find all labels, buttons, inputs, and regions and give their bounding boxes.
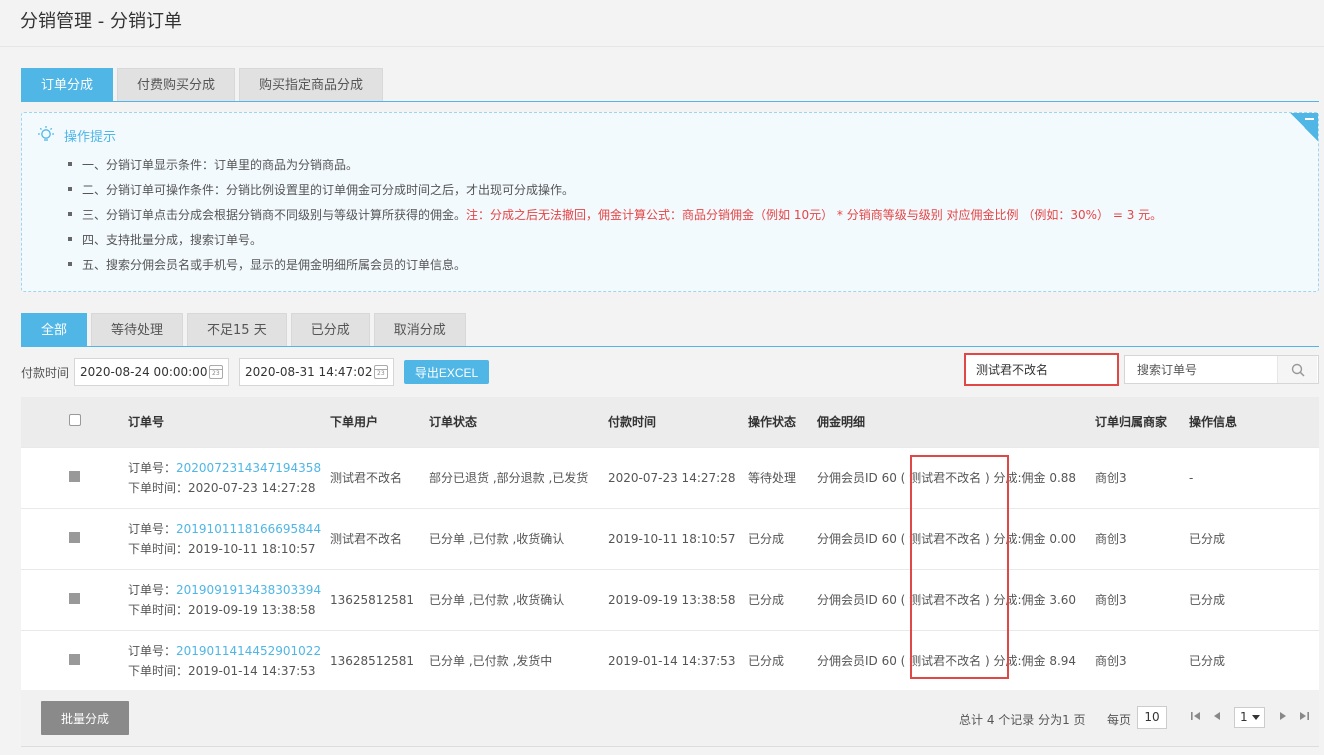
cell-op-status: 已分成 <box>748 654 785 669</box>
cell-pay-time: 2019-01-14 14:37:53 <box>608 653 736 668</box>
table-row: 订单号：2019011414452901022 下单时间：2019-01-14 … <box>21 630 1319 691</box>
tab-all[interactable]: 全部 <box>21 313 88 347</box>
order-number-link[interactable]: 2019011414452901022 <box>176 644 321 658</box>
cell-merchant: 商创3 <box>1095 471 1127 485</box>
page-title: 分销管理 - 分销订单 <box>20 11 182 32</box>
collapse-tips-button[interactable] <box>1290 113 1318 141</box>
tab-divided[interactable]: 已分成 <box>290 313 370 347</box>
lightbulb-icon <box>38 126 54 141</box>
cell-user: 测试君不改名 <box>330 532 403 546</box>
tips-list: 一、分销订单显示条件：订单里的商品为分销商品。 二、分销订单可操作条件：分销比例… <box>68 157 1162 282</box>
cell-op-info: 已分成 <box>1189 532 1226 546</box>
cell-op-status: 等待处理 <box>748 471 797 485</box>
tab-order-commission[interactable]: 订单分成 <box>21 68 114 102</box>
tab-specific-goods-commission[interactable]: 购买指定商品分成 <box>239 68 384 102</box>
last-page-icon[interactable] <box>1297 709 1311 723</box>
next-page-icon[interactable] <box>1276 709 1290 723</box>
filter-bar: 付款时间 2020-08-24 00:00:00 23 2020-08-31 1… <box>21 353 1319 388</box>
cell-pay-time: 2019-09-19 13:38:58 <box>608 592 736 607</box>
col-order-no: 订单号 <box>128 415 165 430</box>
table-footer: 批量分成 总计 4 个记录 分为1 页 每页 10 1 <box>21 690 1319 747</box>
pagination-summary: 总计 4 个记录 分为1 页 <box>959 713 1086 727</box>
end-date-input[interactable]: 2020-08-31 14:47:02 23 <box>239 358 394 386</box>
batch-divide-button[interactable]: 批量分成 <box>41 701 129 735</box>
cell-commission: 分佣会员ID 60 ( 测试君不改名 ) 分成:佣金 8.94 <box>817 654 1077 669</box>
order-search-input[interactable] <box>1125 356 1277 383</box>
cell-pay-time: 2019-10-11 18:10:57 <box>608 531 736 546</box>
tip-item: 五、搜索分佣会员名或手机号，显示的是佣金明细所属会员的订单信息。 <box>68 257 1162 282</box>
tips-title: 操作提示 <box>64 129 117 145</box>
search-icon <box>1291 363 1305 377</box>
row-checkbox[interactable] <box>69 653 80 665</box>
table-row: 订单号：2020072314347194358 下单时间：2020-07-23 … <box>21 447 1319 508</box>
page-select[interactable]: 1 <box>1234 707 1265 728</box>
select-all-checkbox[interactable] <box>68 414 81 427</box>
first-page-icon[interactable] <box>1189 709 1203 723</box>
top-tabs: 订单分成 付费购买分成 购买指定商品分成 <box>21 68 384 102</box>
orders-table: 订单号 下单用户 订单状态 付款时间 操作状态 佣金明细 订单归属商家 操作信息… <box>21 397 1319 691</box>
order-search <box>1124 355 1319 384</box>
start-date-input[interactable]: 2020-08-24 00:00:00 23 <box>74 358 229 386</box>
cell-commission: 分佣会员ID 60 ( 测试君不改名 ) 分成:佣金 0.88 <box>817 471 1077 485</box>
tab-pending[interactable]: 等待处理 <box>91 313 184 347</box>
table-row: 订单号：2019101118166695844 下单时间：2019-10-11 … <box>21 508 1319 569</box>
order-number-link[interactable]: 2019101118166695844 <box>176 522 321 536</box>
tab-paid-purchase-commission[interactable]: 付费购买分成 <box>117 68 236 102</box>
member-search-input[interactable]: 测试君不改名 <box>964 353 1119 386</box>
row-checkbox[interactable] <box>69 531 80 543</box>
divider <box>0 46 1324 47</box>
cell-status: 已分单 ,已付款 ,收货确认 <box>429 593 565 607</box>
cell-merchant: 商创3 <box>1095 654 1127 669</box>
cell-merchant: 商创3 <box>1095 593 1127 607</box>
cell-user: 13628512581 <box>330 653 414 668</box>
per-page-label: 每页 <box>1107 713 1132 727</box>
cell-status: 已分单 ,已付款 ,收货确认 <box>429 532 565 546</box>
tip-item: 一、分销订单显示条件：订单里的商品为分销商品。 <box>68 157 1162 182</box>
tip-item: 二、分销订单可操作条件：分销比例设置里的订单佣金可分成时间之后，才出现可分成操作… <box>68 182 1162 207</box>
cell-status: 部分已退货 ,部分退款 ,已发货 <box>429 471 589 485</box>
per-page-input[interactable]: 10 <box>1137 706 1167 729</box>
col-merchant: 订单归属商家 <box>1095 415 1168 430</box>
row-checkbox[interactable] <box>69 470 80 482</box>
cell-user: 测试君不改名 <box>330 471 403 485</box>
operation-tips: 操作提示 一、分销订单显示条件：订单里的商品为分销商品。 二、分销订单可操作条件… <box>21 112 1319 292</box>
cell-op-info: 已分成 <box>1189 654 1226 669</box>
status-tab-underline <box>21 346 1319 347</box>
calendar-icon[interactable]: 23 <box>374 365 388 379</box>
prev-page-icon[interactable] <box>1210 709 1224 723</box>
order-number-link[interactable]: 2019091913438303394 <box>176 583 321 597</box>
cell-status: 已分单 ,已付款 ,发货中 <box>429 654 553 669</box>
cell-pay-time: 2020-07-23 14:27:28 <box>608 470 736 485</box>
col-commission: 佣金明细 <box>817 415 866 430</box>
col-pay-time: 付款时间 <box>608 415 657 430</box>
cell-merchant: 商创3 <box>1095 532 1127 546</box>
row-checkbox[interactable] <box>69 592 80 604</box>
col-op-status: 操作状态 <box>748 415 797 430</box>
tip-item: 三、分销订单点击分成会根据分销商不同级别与等级计算所获得的佣金。注：分成之后无法… <box>68 207 1162 232</box>
chevron-down-icon <box>1252 715 1260 720</box>
cell-user: 13625812581 <box>330 592 414 607</box>
cell-commission: 分佣会员ID 60 ( 测试君不改名 ) 分成:佣金 3.60 <box>817 593 1077 607</box>
col-user: 下单用户 <box>330 415 379 430</box>
cell-op-status: 已分成 <box>748 593 785 607</box>
cell-op-info: 已分成 <box>1189 593 1226 607</box>
pay-time-label: 付款时间 <box>21 366 70 380</box>
col-op-info: 操作信息 <box>1189 415 1238 430</box>
order-number-link[interactable]: 2020072314347194358 <box>176 461 321 475</box>
col-order-status: 订单状态 <box>429 415 478 430</box>
search-button[interactable] <box>1277 356 1317 383</box>
tab-cancelled[interactable]: 取消分成 <box>373 313 466 347</box>
table-header: 订单号 下单用户 订单状态 付款时间 操作状态 佣金明细 订单归属商家 操作信息 <box>21 397 1319 447</box>
cell-op-info: - <box>1189 470 1194 485</box>
cell-commission: 分佣会员ID 60 ( 测试君不改名 ) 分成:佣金 0.00 <box>817 532 1077 546</box>
tip-note: 注：分成之后无法撤回，佣金计算公式：商品分销佣金（例如 10元） * 分销商等级… <box>466 208 1163 222</box>
tab-underline <box>21 101 1319 102</box>
calendar-icon[interactable]: 23 <box>209 365 223 379</box>
table-row: 订单号：2019091913438303394 下单时间：2019-09-19 … <box>21 569 1319 630</box>
status-tabs: 全部 等待处理 不足15 天 已分成 取消分成 <box>21 313 466 347</box>
tip-item: 四、支持批量分成，搜索订单号。 <box>68 232 1162 257</box>
tab-under-15-days[interactable]: 不足15 天 <box>187 313 287 347</box>
cell-op-status: 已分成 <box>748 532 785 546</box>
export-excel-button[interactable]: 导出EXCEL <box>404 360 489 384</box>
